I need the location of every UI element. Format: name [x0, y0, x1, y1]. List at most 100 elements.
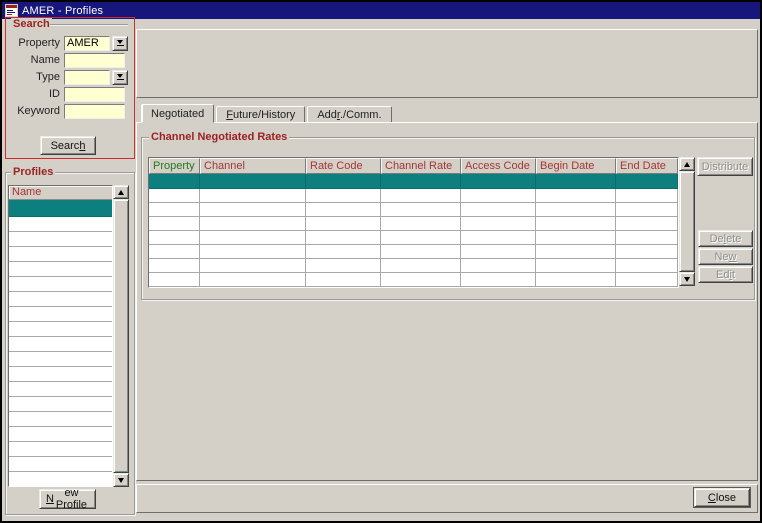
table-cell — [461, 174, 536, 189]
list-item[interactable] — [9, 307, 112, 322]
list-item[interactable] — [9, 337, 112, 352]
table-row[interactable] — [149, 259, 678, 273]
new-button[interactable]: New — [698, 248, 753, 265]
table-cell — [381, 174, 461, 189]
table-row-selected[interactable] — [149, 174, 678, 189]
title-bar: AMER - Profiles — [2, 2, 760, 19]
table-cell — [381, 273, 461, 287]
type-lov-button[interactable] — [112, 70, 128, 85]
table-cell — [381, 231, 461, 245]
list-item[interactable] — [9, 217, 112, 232]
close-button[interactable]: Close — [694, 488, 750, 507]
search-field-row: Type — [7, 69, 128, 85]
list-item[interactable] — [9, 397, 112, 412]
table-row[interactable] — [149, 189, 678, 203]
table-cell — [306, 245, 381, 259]
new-profile-button[interactable]: New Profile — [39, 489, 96, 509]
list-item[interactable] — [9, 442, 112, 457]
list-item[interactable] — [9, 352, 112, 367]
table-cell — [200, 217, 306, 231]
bottom-bar — [136, 484, 758, 513]
rates-table-body — [149, 174, 678, 287]
id-input[interactable] — [64, 87, 125, 102]
rates-table-scrollbar[interactable] — [679, 157, 695, 286]
app-window: AMER - Profiles Search PropertyNameTypeI… — [0, 0, 762, 523]
table-cell — [616, 217, 678, 231]
scroll-up-button[interactable] — [679, 157, 695, 171]
table-row[interactable] — [149, 245, 678, 259]
list-item[interactable] — [9, 427, 112, 442]
delete-button[interactable]: Delete — [698, 230, 753, 247]
table-cell — [536, 174, 616, 189]
search-group-label: Search — [11, 18, 52, 30]
table-cell — [149, 217, 200, 231]
type-input[interactable] — [64, 70, 110, 85]
profiles-list-body — [9, 200, 112, 487]
list-item[interactable] — [9, 322, 112, 337]
scroll-down-button[interactable] — [113, 473, 129, 487]
tab-future-history[interactable]: Future/History — [216, 106, 305, 123]
table-row[interactable] — [149, 217, 678, 231]
table-cell — [306, 273, 381, 287]
table-cell — [200, 259, 306, 273]
list-item-selected[interactable] — [9, 200, 112, 217]
search-field-row: Property — [7, 35, 128, 51]
table-cell — [306, 174, 381, 189]
search-field-row: Keyword — [7, 103, 125, 119]
list-item[interactable] — [9, 382, 112, 397]
profiles-scrollbar[interactable] — [113, 185, 129, 487]
dropdown-bar-icon — [117, 45, 124, 46]
column-header-property: Property — [149, 158, 200, 174]
table-row[interactable] — [149, 203, 678, 217]
list-item[interactable] — [9, 457, 112, 472]
table-cell — [616, 245, 678, 259]
profiles-list: Name — [8, 185, 113, 487]
name-input[interactable] — [64, 53, 125, 68]
table-cell — [381, 189, 461, 203]
table-cell — [461, 203, 536, 217]
table-cell — [149, 174, 200, 189]
search-button[interactable]: Search — [40, 136, 96, 155]
scrollbar-thumb[interactable] — [113, 199, 129, 473]
scroll-down-button[interactable] — [679, 272, 695, 286]
scrollbar-thumb[interactable] — [679, 171, 695, 272]
table-cell — [616, 231, 678, 245]
arrow-up-icon — [118, 190, 124, 195]
list-item[interactable] — [9, 247, 112, 262]
tab-negotiated[interactable]: Negotiated — [141, 104, 214, 123]
table-cell — [616, 189, 678, 203]
table-cell — [306, 189, 381, 203]
keyword-input[interactable] — [64, 104, 125, 119]
table-cell — [381, 259, 461, 273]
distribute-button[interactable]: Distribute — [697, 157, 753, 176]
table-cell — [536, 231, 616, 245]
table-cell — [536, 245, 616, 259]
keyword-label: Keyword — [7, 105, 60, 117]
list-item[interactable] — [9, 412, 112, 427]
table-row[interactable] — [149, 231, 678, 245]
tab-addr-comm[interactable]: Addr./Comm. — [307, 106, 391, 123]
property-lov-button[interactable] — [112, 36, 128, 51]
table-cell — [461, 259, 536, 273]
table-cell — [616, 174, 678, 189]
property-input[interactable] — [64, 36, 110, 51]
rates-table: PropertyChannelRate CodeChannel RateAcce… — [148, 157, 679, 288]
table-cell — [200, 245, 306, 259]
tab-bar: NegotiatedFuture/HistoryAddr./Comm. — [141, 104, 392, 123]
table-cell — [200, 203, 306, 217]
table-cell — [306, 217, 381, 231]
list-item[interactable] — [9, 232, 112, 247]
list-item[interactable] — [9, 262, 112, 277]
list-item[interactable] — [9, 367, 112, 382]
list-item[interactable] — [9, 277, 112, 292]
list-item[interactable] — [9, 472, 112, 487]
table-cell — [381, 203, 461, 217]
column-header-rate-code: Rate Code — [306, 158, 381, 174]
column-header-channel: Channel — [200, 158, 306, 174]
list-item[interactable] — [9, 292, 112, 307]
table-cell — [461, 217, 536, 231]
edit-button[interactable]: Edit — [698, 266, 753, 283]
table-cell — [616, 273, 678, 287]
scroll-up-button[interactable] — [113, 185, 129, 199]
table-row[interactable] — [149, 273, 678, 287]
